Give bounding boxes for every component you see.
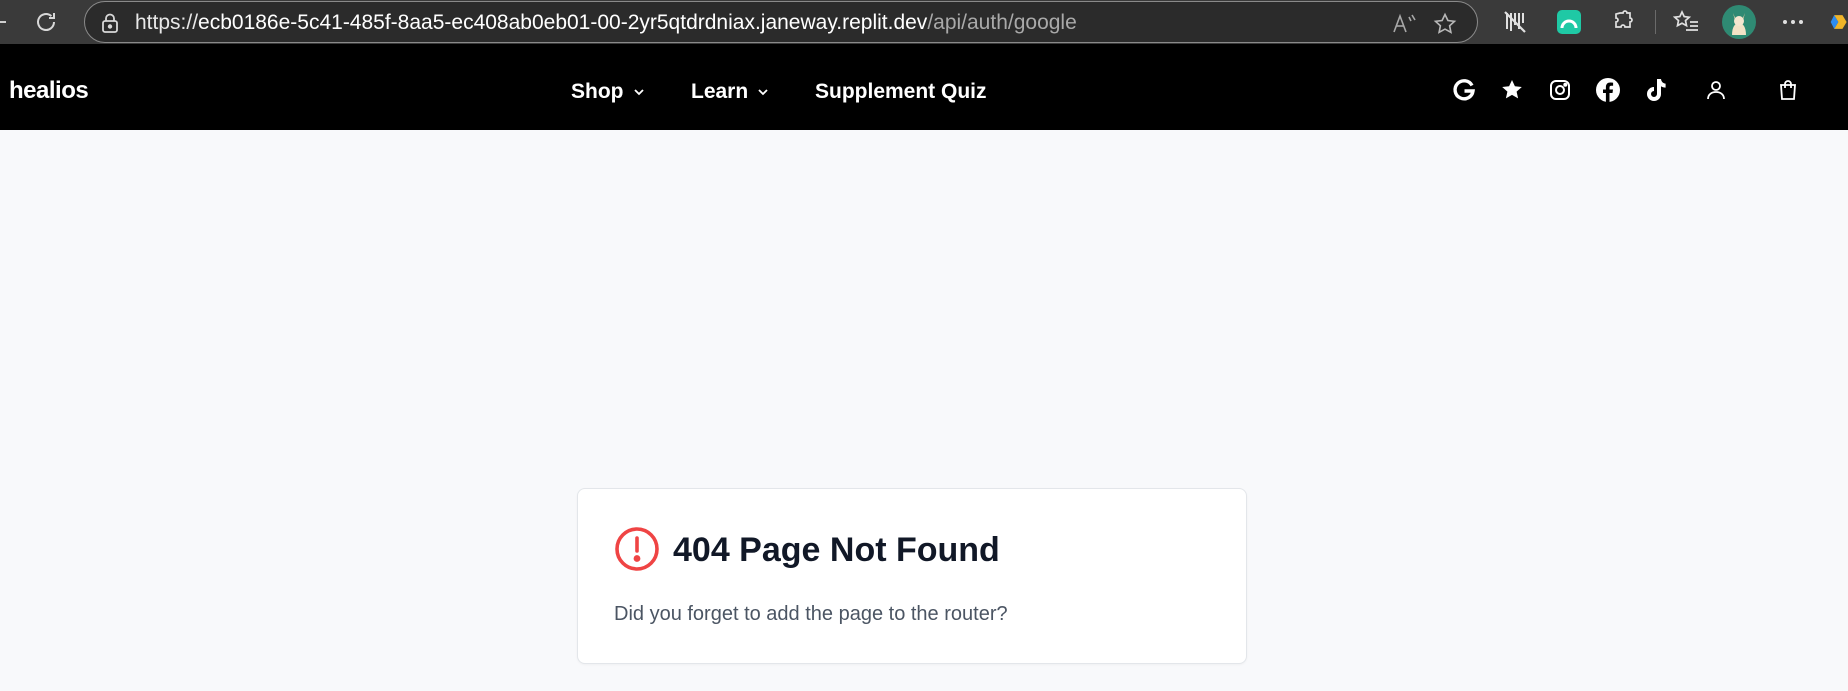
page-title: 404 Page Not Found — [673, 531, 1000, 569]
address-bar[interactable]: https://ecb0186e-5c41-485f-8aa5-ec408ab0… — [84, 1, 1478, 43]
url-host: ecb0186e-5c41-485f-8aa5-ec408ab0eb01-00-… — [198, 11, 928, 34]
facebook-icon[interactable] — [1594, 76, 1622, 104]
nav-learn-label: Learn — [691, 80, 749, 103]
nav-learn[interactable]: Learn — [691, 80, 769, 104]
chevron-down-icon — [633, 86, 645, 98]
url-text[interactable]: https://ecb0186e-5c41-485f-8aa5-ec408ab0… — [135, 12, 1077, 34]
profile-avatar-icon[interactable] — [1722, 5, 1756, 39]
google-icon[interactable] — [1450, 76, 1478, 104]
more-menu-icon[interactable] — [1779, 8, 1807, 36]
tracking-extension-icon[interactable] — [1501, 8, 1529, 36]
nav-shop-label: Shop — [571, 80, 624, 103]
cart-icon[interactable] — [1774, 76, 1802, 104]
green-extension-icon[interactable] — [1555, 8, 1583, 36]
lock-icon[interactable] — [99, 12, 121, 34]
toolbar-separator — [1655, 10, 1656, 34]
url-scheme: https:// — [135, 11, 199, 34]
nav-shop[interactable]: Shop — [571, 80, 645, 104]
read-aloud-icon[interactable] — [1391, 11, 1417, 37]
tiktok-icon[interactable] — [1642, 76, 1670, 104]
site-logo[interactable]: healios — [9, 77, 89, 105]
reload-icon[interactable] — [32, 8, 60, 36]
favorite-star-icon[interactable] — [1432, 11, 1458, 37]
favorites-list-icon[interactable] — [1672, 8, 1700, 36]
account-icon[interactable] — [1702, 76, 1730, 104]
copilot-icon[interactable] — [1830, 8, 1848, 36]
site-header: healios Shop Learn Supplement Quiz — [0, 44, 1848, 130]
extensions-puzzle-icon[interactable] — [1609, 8, 1637, 36]
alert-circle-icon — [614, 526, 660, 572]
back-button-stub[interactable] — [0, 21, 6, 23]
url-path: /api/auth/google — [927, 11, 1077, 34]
instagram-icon[interactable] — [1546, 76, 1574, 104]
star-icon[interactable] — [1498, 76, 1526, 104]
nav-supplement-quiz-label: Supplement Quiz — [815, 80, 987, 103]
not-found-card: 404 Page Not Found Did you forget to add… — [577, 488, 1247, 664]
error-message: Did you forget to add the page to the ro… — [614, 603, 1008, 625]
chevron-down-icon — [757, 86, 769, 98]
browser-toolbar: https://ecb0186e-5c41-485f-8aa5-ec408ab0… — [0, 0, 1848, 44]
nav-supplement-quiz[interactable]: Supplement Quiz — [815, 80, 987, 104]
